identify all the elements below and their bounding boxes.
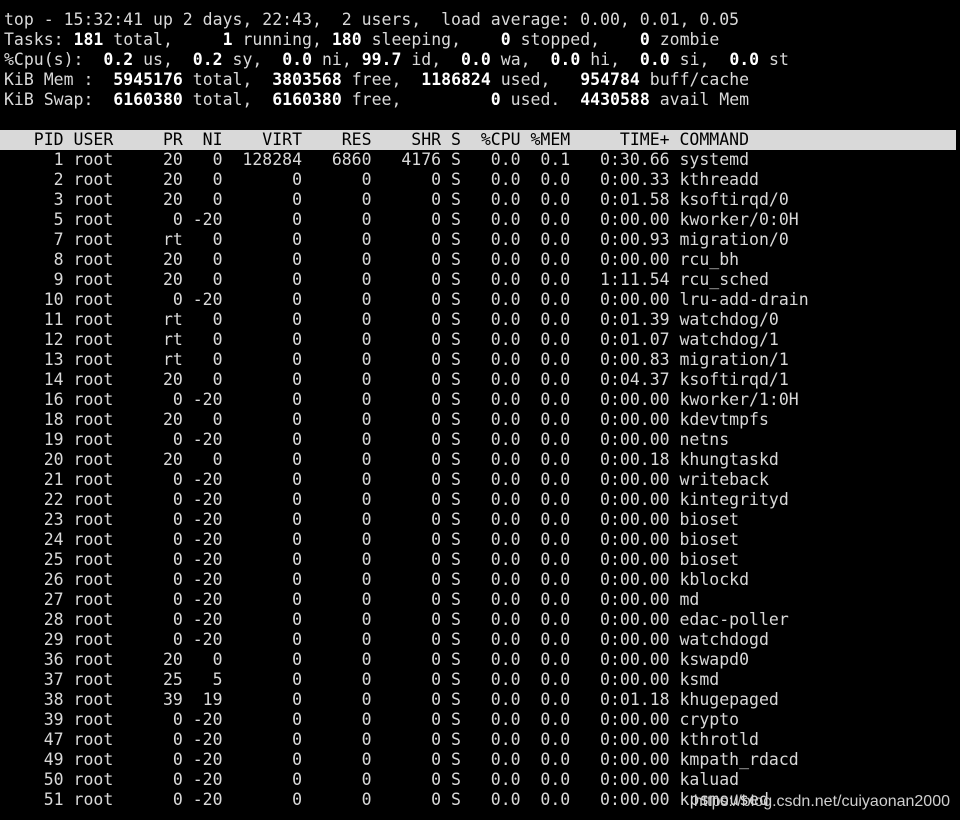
process-row: 50 root 0 -20 0 0 0 S 0.0 0.0 0:00.00 ka… — [4, 770, 740, 789]
process-row: 21 root 0 -20 0 0 0 S 0.0 0.0 0:00.00 wr… — [4, 470, 769, 489]
process-table: 1 root 20 0 128284 6860 4176 S 0.0 0.1 0… — [4, 150, 960, 810]
process-row: 10 root 0 -20 0 0 0 S 0.0 0.0 0:00.00 lr… — [4, 290, 809, 309]
process-row: 13 root rt 0 0 0 0 S 0.0 0.0 0:00.83 mig… — [4, 350, 789, 369]
process-row: 20 root 20 0 0 0 0 S 0.0 0.0 0:00.18 khu… — [4, 450, 779, 469]
process-row: 1 root 20 0 128284 6860 4176 S 0.0 0.1 0… — [4, 150, 750, 169]
process-row: 27 root 0 -20 0 0 0 S 0.0 0.0 0:00.00 md — [4, 590, 700, 609]
cpu-line: %Cpu(s): 0.2 us, 0.2 sy, 0.0 ni, 99.7 id… — [4, 50, 789, 69]
process-row: 24 root 0 -20 0 0 0 S 0.0 0.0 0:00.00 bi… — [4, 530, 740, 549]
process-row: 5 root 0 -20 0 0 0 S 0.0 0.0 0:00.00 kwo… — [4, 210, 799, 229]
process-row: 14 root 20 0 0 0 0 S 0.0 0.0 0:04.37 kso… — [4, 370, 789, 389]
process-row: 37 root 25 5 0 0 0 S 0.0 0.0 0:00.00 ksm… — [4, 670, 720, 689]
process-row: 22 root 0 -20 0 0 0 S 0.0 0.0 0:00.00 ki… — [4, 490, 789, 509]
process-row: 26 root 0 -20 0 0 0 S 0.0 0.0 0:00.00 kb… — [4, 570, 750, 589]
process-row: 28 root 0 -20 0 0 0 S 0.0 0.0 0:00.00 ed… — [4, 610, 789, 629]
process-row: 49 root 0 -20 0 0 0 S 0.0 0.0 0:00.00 km… — [4, 750, 799, 769]
process-row: 23 root 0 -20 0 0 0 S 0.0 0.0 0:00.00 bi… — [4, 510, 740, 529]
process-row: 29 root 0 -20 0 0 0 S 0.0 0.0 0:00.00 wa… — [4, 630, 769, 649]
tasks-total: 181 — [73, 30, 104, 49]
process-row: 25 root 0 -20 0 0 0 S 0.0 0.0 0:00.00 bi… — [4, 550, 740, 569]
process-row: 9 root 20 0 0 0 0 S 0.0 0.0 1:11.54 rcu_… — [4, 270, 769, 289]
terminal[interactable]: top - 15:32:41 up 2 days, 22:43, 2 users… — [0, 10, 960, 810]
swap-line: KiB Swap: 6160380 total, 6160380 free, 0… — [4, 90, 750, 109]
process-row: 36 root 20 0 0 0 0 S 0.0 0.0 0:00.00 ksw… — [4, 650, 750, 669]
process-row: 16 root 0 -20 0 0 0 S 0.0 0.0 0:00.00 kw… — [4, 390, 799, 409]
tasks-line: Tasks: 181 total, 1 running, 180 sleepin… — [4, 30, 720, 49]
uptime-line: top - 15:32:41 up 2 days, 22:43, 2 users… — [4, 10, 740, 29]
watermark-text: https://blog.csdn.net/cuiyaonan2000 — [693, 793, 950, 810]
process-row: 2 root 20 0 0 0 0 S 0.0 0.0 0:00.33 kthr… — [4, 170, 759, 189]
process-row: 12 root rt 0 0 0 0 S 0.0 0.0 0:01.07 wat… — [4, 330, 779, 349]
process-table-header: PID USER PR NI VIRT RES SHR S %CPU %MEM … — [0, 130, 956, 150]
process-row: 8 root 20 0 0 0 0 S 0.0 0.0 0:00.00 rcu_… — [4, 250, 740, 269]
process-row: 3 root 20 0 0 0 0 S 0.0 0.0 0:01.58 ksof… — [4, 190, 789, 209]
process-row: 19 root 0 -20 0 0 0 S 0.0 0.0 0:00.00 ne… — [4, 430, 730, 449]
mem-line: KiB Mem : 5945176 total, 3803568 free, 1… — [4, 70, 750, 89]
process-row: 39 root 0 -20 0 0 0 S 0.0 0.0 0:00.00 cr… — [4, 710, 740, 729]
process-row: 11 root rt 0 0 0 0 S 0.0 0.0 0:01.39 wat… — [4, 310, 779, 329]
process-row: 18 root 20 0 0 0 0 S 0.0 0.0 0:00.00 kde… — [4, 410, 769, 429]
process-row: 47 root 0 -20 0 0 0 S 0.0 0.0 0:00.00 kt… — [4, 730, 759, 749]
process-row: 38 root 39 19 0 0 0 S 0.0 0.0 0:01.18 kh… — [4, 690, 779, 709]
process-row: 7 root rt 0 0 0 0 S 0.0 0.0 0:00.93 migr… — [4, 230, 789, 249]
